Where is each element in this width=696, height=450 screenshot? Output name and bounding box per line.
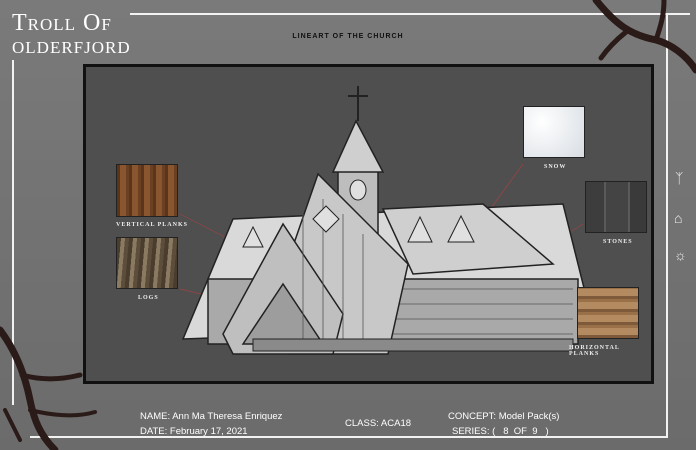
concept-value: Model Pack(s) <box>498 411 560 422</box>
label-horizontal-planks: Horizontal planks <box>569 345 620 357</box>
footer-date: DATE: February 17, 2021 <box>140 426 248 437</box>
swatch-stones <box>585 181 647 233</box>
footer-concept: CONCEPT: Model Pack(s) <box>448 411 559 422</box>
footer-class: CLASS: ACA18 <box>345 418 411 429</box>
label-logs: Logs <box>138 295 159 301</box>
footer-series: SERIES: ( 8 OF 9 ) <box>452 426 549 437</box>
artwork-panel: Vertical planks Logs snow stones Horizon… <box>83 64 654 384</box>
title-line2: OLDERFJORD <box>12 38 131 57</box>
concept-sheet: Troll Of OLDERFJORD LINEART OF THE CHURC… <box>0 0 696 450</box>
footer-name: NAME: Ann Ma Theresa Enriquez <box>140 411 282 422</box>
name-value: Ann Ma Theresa Enriquez <box>172 411 283 422</box>
class-value: ACA18 <box>380 418 412 429</box>
house-icon: ⌂ <box>674 210 683 226</box>
bottom-border-line <box>30 436 668 438</box>
series-value: ( 8 OF 9 ) <box>492 426 549 437</box>
label-stones: stones <box>603 239 633 245</box>
class-key: CLASS: <box>345 418 379 429</box>
swatch-logs <box>116 237 178 289</box>
series-key: SERIES: <box>452 426 490 437</box>
date-key: DATE: <box>140 426 168 437</box>
swatch-horizontal-planks <box>577 287 639 339</box>
name-key: NAME: <box>140 411 171 422</box>
label-vertical-planks: Vertical planks <box>116 222 188 228</box>
swatch-vertical-planks <box>116 164 178 217</box>
date-value: February 17, 2021 <box>169 426 248 437</box>
label-snow: snow <box>544 164 567 170</box>
swatch-snow <box>523 106 585 158</box>
concept-key: CONCEPT: <box>448 411 497 422</box>
sun-icon: ☼ <box>674 247 687 263</box>
rune-icon: ᛉ <box>675 170 684 186</box>
sheet-subtitle: LINEART OF THE CHURCH <box>292 33 404 40</box>
